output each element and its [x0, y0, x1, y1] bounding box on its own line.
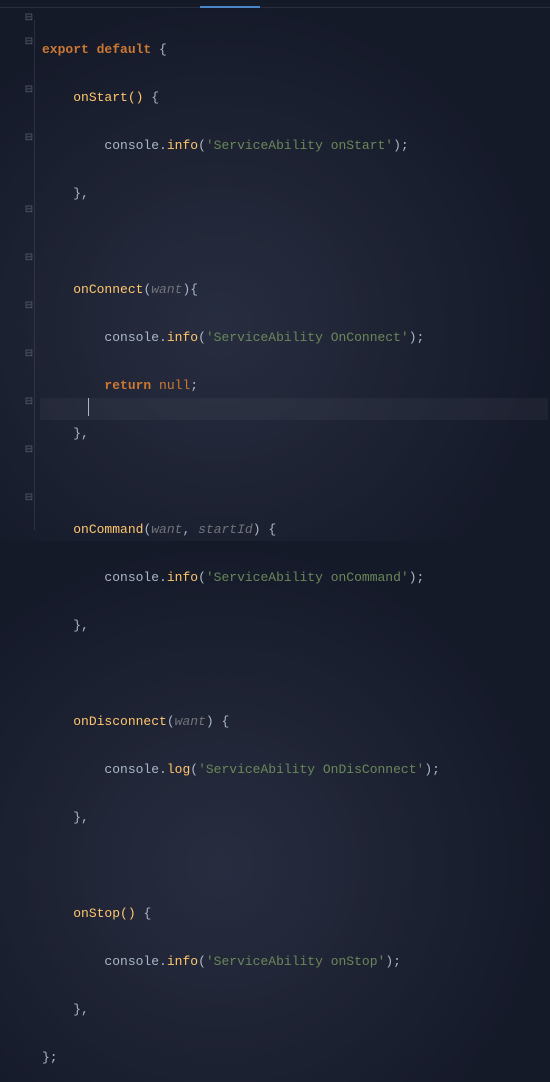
- code-line[interactable]: },: [42, 614, 440, 638]
- fold-icon[interactable]: ⊟: [24, 350, 34, 360]
- code-line[interactable]: console.info('ServiceAbility onCommand')…: [42, 566, 440, 590]
- code-line[interactable]: };: [42, 1046, 440, 1070]
- fold-icon[interactable]: ⊟: [24, 38, 34, 48]
- fold-icon[interactable]: ⊟: [24, 398, 34, 408]
- editor-gutter[interactable]: ⊟ ⊟ ⊟ ⊟ ⊟ ⊟ ⊟ ⊟ ⊟ ⊟ ⊟: [0, 10, 38, 540]
- fold-icon[interactable]: ⊟: [24, 206, 34, 216]
- code-line[interactable]: onDisconnect(want) {: [42, 710, 440, 734]
- code-line[interactable]: console.info('ServiceAbility onStop');: [42, 950, 440, 974]
- code-line[interactable]: export default {: [42, 38, 440, 62]
- code-line[interactable]: onStop() {: [42, 902, 440, 926]
- active-tab-underline: [200, 6, 260, 8]
- code-line[interactable]: onStart() {: [42, 86, 440, 110]
- code-line[interactable]: console.log('ServiceAbility OnDisConnect…: [42, 758, 440, 782]
- code-line[interactable]: [42, 662, 440, 686]
- code-line[interactable]: [42, 230, 440, 254]
- code-line[interactable]: },: [42, 806, 440, 830]
- code-line[interactable]: onConnect(want){: [42, 278, 440, 302]
- fold-icon[interactable]: ⊟: [24, 446, 34, 456]
- fold-icon[interactable]: ⊟: [24, 134, 34, 144]
- text-cursor: [88, 398, 89, 416]
- code-line[interactable]: },: [42, 998, 440, 1022]
- editor-tabs[interactable]: [0, 0, 550, 8]
- code-line[interactable]: console.info('ServiceAbility onStart');: [42, 134, 440, 158]
- code-line[interactable]: onCommand(want, startId) {: [42, 518, 440, 542]
- code-line[interactable]: [42, 470, 440, 494]
- fold-icon[interactable]: ⊟: [24, 14, 34, 24]
- code-line[interactable]: [42, 854, 440, 878]
- code-line[interactable]: console.info('ServiceAbility OnConnect')…: [42, 326, 440, 350]
- fold-icon[interactable]: ⊟: [24, 254, 34, 264]
- code-line[interactable]: return null;: [42, 374, 440, 398]
- fold-icon[interactable]: ⊟: [24, 302, 34, 312]
- code-line[interactable]: },: [42, 422, 440, 446]
- code-editor-content[interactable]: export default { onStart() { console.inf…: [42, 14, 440, 1082]
- fold-icon[interactable]: ⊟: [24, 86, 34, 96]
- code-line[interactable]: },: [42, 182, 440, 206]
- fold-icon[interactable]: ⊟: [24, 494, 34, 504]
